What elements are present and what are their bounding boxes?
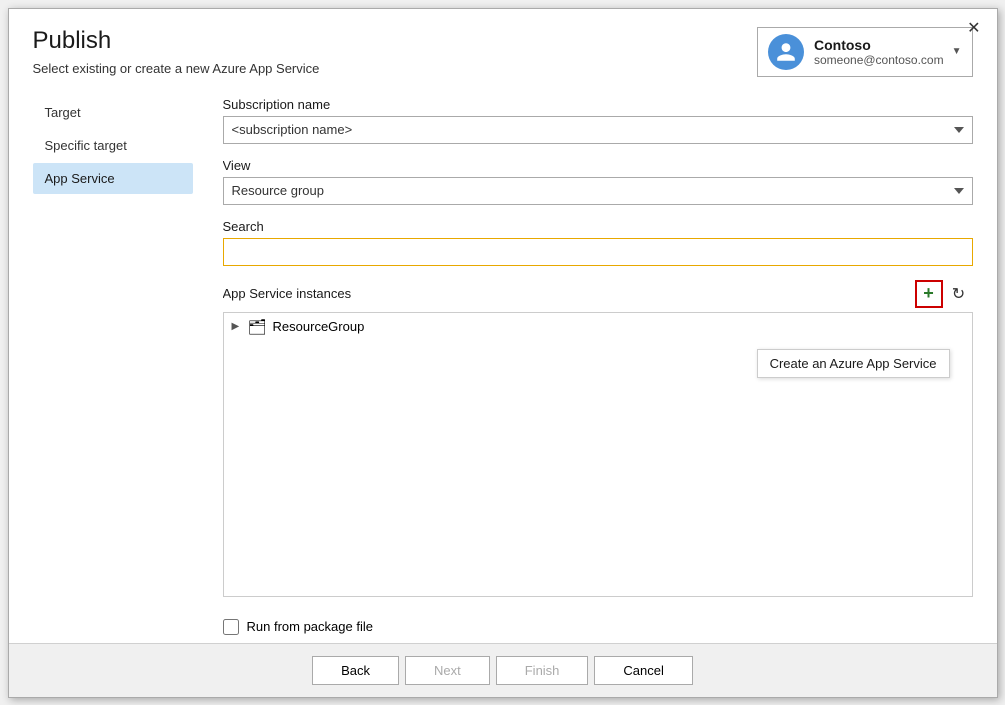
sidebar-item-specific-target[interactable]: Specific target [33,130,193,161]
account-email: someone@contoso.com [814,53,944,67]
title-bar: Publish Select existing or create a new … [9,9,997,77]
instances-list[interactable]: ▶ 🗂 ResourceGroup Create an Azure App Se… [223,312,973,597]
dialog-footer: Back Next Finish Cancel [9,643,997,697]
chevron-down-icon: ▼ [952,46,962,57]
search-section: Search [223,219,973,266]
main-form: Subscription name <subscription name> Vi… [223,97,973,643]
subscription-section: Subscription name <subscription name> [223,97,973,144]
sidebar-item-target[interactable]: Target [33,97,193,128]
view-section: View Resource group [223,158,973,205]
finish-button[interactable]: Finish [496,656,589,685]
sidebar-item-app-service[interactable]: App Service [33,163,193,194]
subscription-label: Subscription name [223,97,973,112]
search-input[interactable] [223,238,973,266]
account-info: Contoso someone@contoso.com [814,37,944,67]
instances-section: App Service instances + ↻ ▶ 🗂 ResourceGr… [223,280,973,597]
dialog-content: Target Specific target App Service Subsc… [9,77,997,643]
instances-actions: + ↻ [915,280,973,308]
tree-item-label: ResourceGroup [273,319,365,334]
account-widget[interactable]: Contoso someone@contoso.com ▼ [757,27,973,77]
refresh-button[interactable]: ↻ [945,280,973,308]
publish-dialog: ✕ Publish Select existing or create a ne… [8,8,998,698]
tree-arrow-icon: ▶ [232,321,248,332]
title-section: Publish Select existing or create a new … [33,27,320,76]
cancel-button[interactable]: Cancel [594,656,692,685]
run-from-package-label: Run from package file [247,619,373,634]
add-tooltip: Create an Azure App Service [757,349,950,378]
next-button[interactable]: Next [405,656,490,685]
instances-header: App Service instances + ↻ [223,280,973,308]
run-from-package-row: Run from package file [223,607,973,643]
dialog-subtitle: Select existing or create a new Azure Ap… [33,61,320,76]
sidebar: Target Specific target App Service [33,97,193,643]
account-name: Contoso [814,37,944,53]
back-button[interactable]: Back [312,656,399,685]
instances-label: App Service instances [223,286,352,301]
close-button[interactable]: ✕ [959,17,988,41]
account-avatar [768,34,804,70]
add-app-service-button[interactable]: + [915,280,943,308]
person-icon [775,41,797,63]
folder-icon: 🗂 [248,318,267,336]
view-label: View [223,158,973,173]
tree-item-resourcegroup[interactable]: ▶ 🗂 ResourceGroup [224,313,972,341]
run-from-package-checkbox[interactable] [223,619,239,635]
search-label: Search [223,219,973,234]
dialog-title: Publish [33,27,320,55]
view-select[interactable]: Resource group [223,177,973,205]
subscription-select[interactable]: <subscription name> [223,116,973,144]
